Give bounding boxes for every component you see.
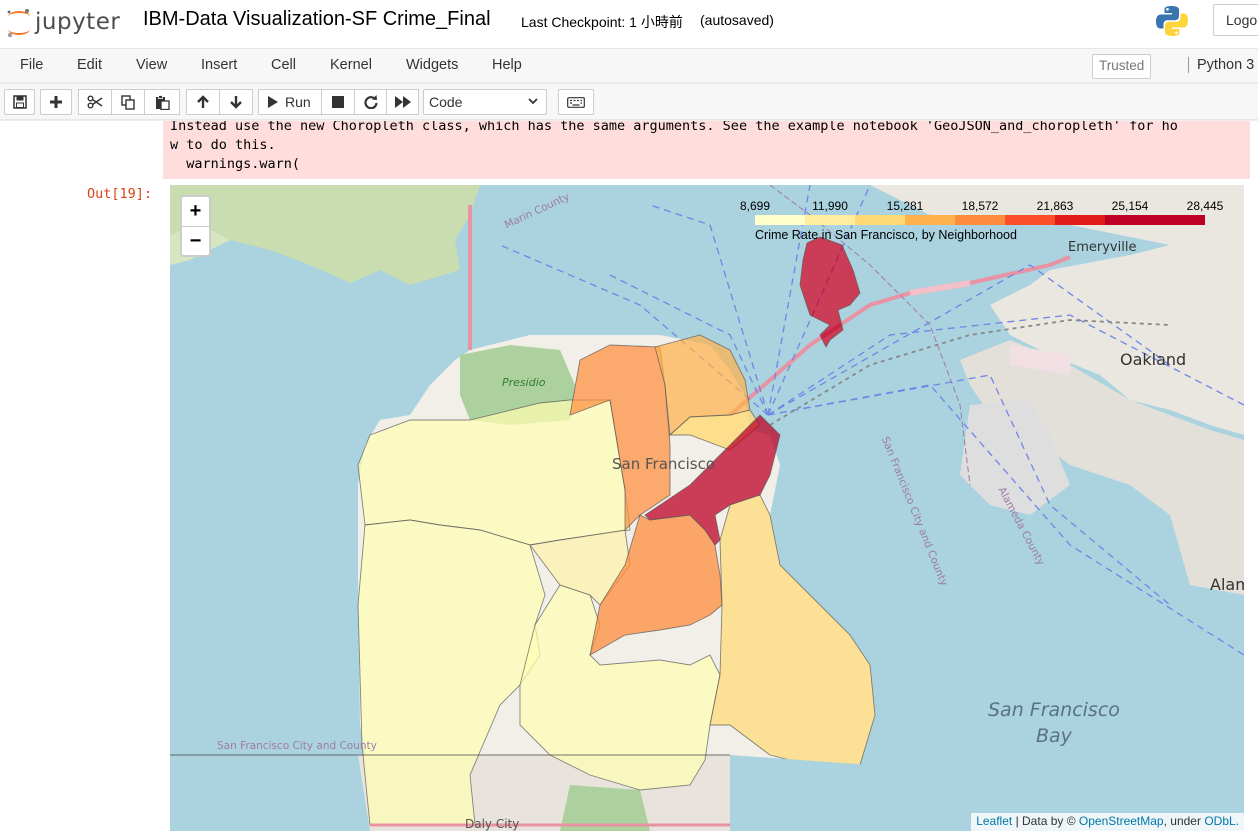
legend-color-swatch — [1005, 215, 1055, 225]
trusted-indicator[interactable]: Trusted — [1092, 54, 1152, 79]
menu-kernel[interactable]: Kernel — [330, 57, 372, 73]
legend-color-bar — [755, 215, 1205, 225]
arrow-up-icon — [197, 95, 209, 108]
logout-button[interactable]: Logou — [1213, 4, 1258, 36]
interrupt-button[interactable] — [321, 89, 355, 115]
map-legend: 8,699 11,990 15,281 18,572 21,863 25,154… — [736, 197, 1223, 245]
menu-view[interactable]: View — [136, 57, 167, 73]
zoom-out-button[interactable]: − — [182, 226, 209, 255]
cut-button[interactable] — [78, 89, 112, 115]
legend-color-swatch — [1105, 215, 1155, 225]
save-icon — [12, 95, 27, 109]
chevron-down-icon — [528, 98, 538, 105]
notebook-area[interactable]: Instead use the new Choropleth class, wh… — [0, 121, 1258, 840]
jupyter-logo[interactable]: jupyter — [6, 4, 120, 40]
copy-icon — [121, 94, 135, 110]
jupyter-wordmark: jupyter — [35, 9, 121, 35]
run-button[interactable]: Run — [258, 89, 322, 115]
command-palette-button[interactable] — [558, 89, 594, 115]
legend-color-swatch — [1055, 215, 1105, 225]
attribution-text: | Data by © — [1012, 814, 1079, 828]
run-label: Run — [285, 94, 311, 110]
paste-icon — [155, 94, 170, 110]
move-down-button[interactable] — [219, 89, 253, 115]
insert-cell-button[interactable] — [40, 89, 72, 115]
zoom-control: + − — [180, 195, 211, 257]
map-tiles — [170, 185, 1244, 831]
paste-button[interactable] — [144, 89, 180, 115]
checkpoint-status: Last Checkpoint: 1 小時前 — [521, 14, 683, 30]
legend-tick: 11,990 — [812, 199, 848, 213]
legend-tick: 15,281 — [886, 199, 924, 213]
move-up-button[interactable] — [186, 89, 220, 115]
menu-edit[interactable]: Edit — [77, 57, 102, 73]
menu-widgets[interactable]: Widgets — [406, 57, 458, 73]
autosave-status: (autosaved) — [700, 12, 774, 28]
menu-cell[interactable]: Cell — [271, 57, 296, 73]
python-logo-icon — [1155, 4, 1189, 38]
output-prompt: Out[19]: — [87, 186, 153, 202]
legend-tick: 25,154 — [1111, 199, 1149, 213]
run-icon — [268, 96, 278, 108]
stderr-warning-output: Instead use the new Choropleth class, wh… — [163, 121, 1250, 179]
restart-button[interactable] — [354, 89, 387, 115]
legend-tick: 8,699 — [739, 199, 771, 213]
legend-color-swatch — [1155, 215, 1205, 225]
legend-tick: 28,445 — [1186, 199, 1224, 213]
legend-tick: 18,572 — [961, 199, 999, 213]
legend-tick: 21,863 — [1036, 199, 1074, 213]
choropleth-map[interactable]: San Francisco San Francisco Bay Oakland … — [170, 185, 1244, 831]
osm-link[interactable]: OpenStreetMap — [1079, 814, 1164, 828]
restart-icon — [363, 95, 378, 109]
legend-color-swatch — [855, 215, 905, 225]
header: jupyter IBM-Data Visualization-SF Crime_… — [0, 0, 1258, 48]
cell-type-select[interactable]: Code — [423, 89, 547, 115]
plus-icon — [50, 96, 62, 108]
menubar: File Edit View Insert Cell Kernel Widget… — [0, 48, 1258, 83]
legend-caption: Crime Rate in San Francisco, by Neighbor… — [755, 228, 1017, 242]
notebook-title[interactable]: IBM-Data Visualization-SF Crime_Final — [143, 8, 491, 31]
map-attribution: Leaflet | Data by © OpenStreetMap, under… — [971, 813, 1244, 831]
kernel-indicator[interactable]: Python 3 — [1188, 57, 1254, 73]
jupyter-logo-icon — [6, 8, 32, 38]
restart-run-all-button[interactable] — [386, 89, 419, 115]
legend-color-swatch — [805, 215, 855, 225]
save-button[interactable] — [4, 89, 35, 115]
leaflet-link[interactable]: Leaflet — [976, 814, 1012, 828]
menu-help[interactable]: Help — [492, 57, 522, 73]
menu-insert[interactable]: Insert — [201, 57, 237, 73]
zoom-in-button[interactable]: + — [182, 197, 209, 226]
arrow-down-icon — [230, 96, 242, 109]
stop-icon — [332, 96, 344, 108]
legend-color-swatch — [955, 215, 1005, 225]
cut-icon — [87, 95, 103, 109]
odbl-link[interactable]: ODbL. — [1204, 814, 1239, 828]
attribution-text: , under — [1163, 814, 1205, 828]
cell-type-value: Code — [429, 94, 463, 110]
copy-button[interactable] — [111, 89, 145, 115]
toolbar: Run Code — [0, 84, 1258, 120]
keyboard-icon — [567, 96, 585, 108]
legend-color-swatch — [755, 215, 805, 225]
legend-color-swatch — [905, 215, 955, 225]
menu-file[interactable]: File — [20, 57, 43, 73]
fast-forward-icon — [394, 96, 411, 108]
